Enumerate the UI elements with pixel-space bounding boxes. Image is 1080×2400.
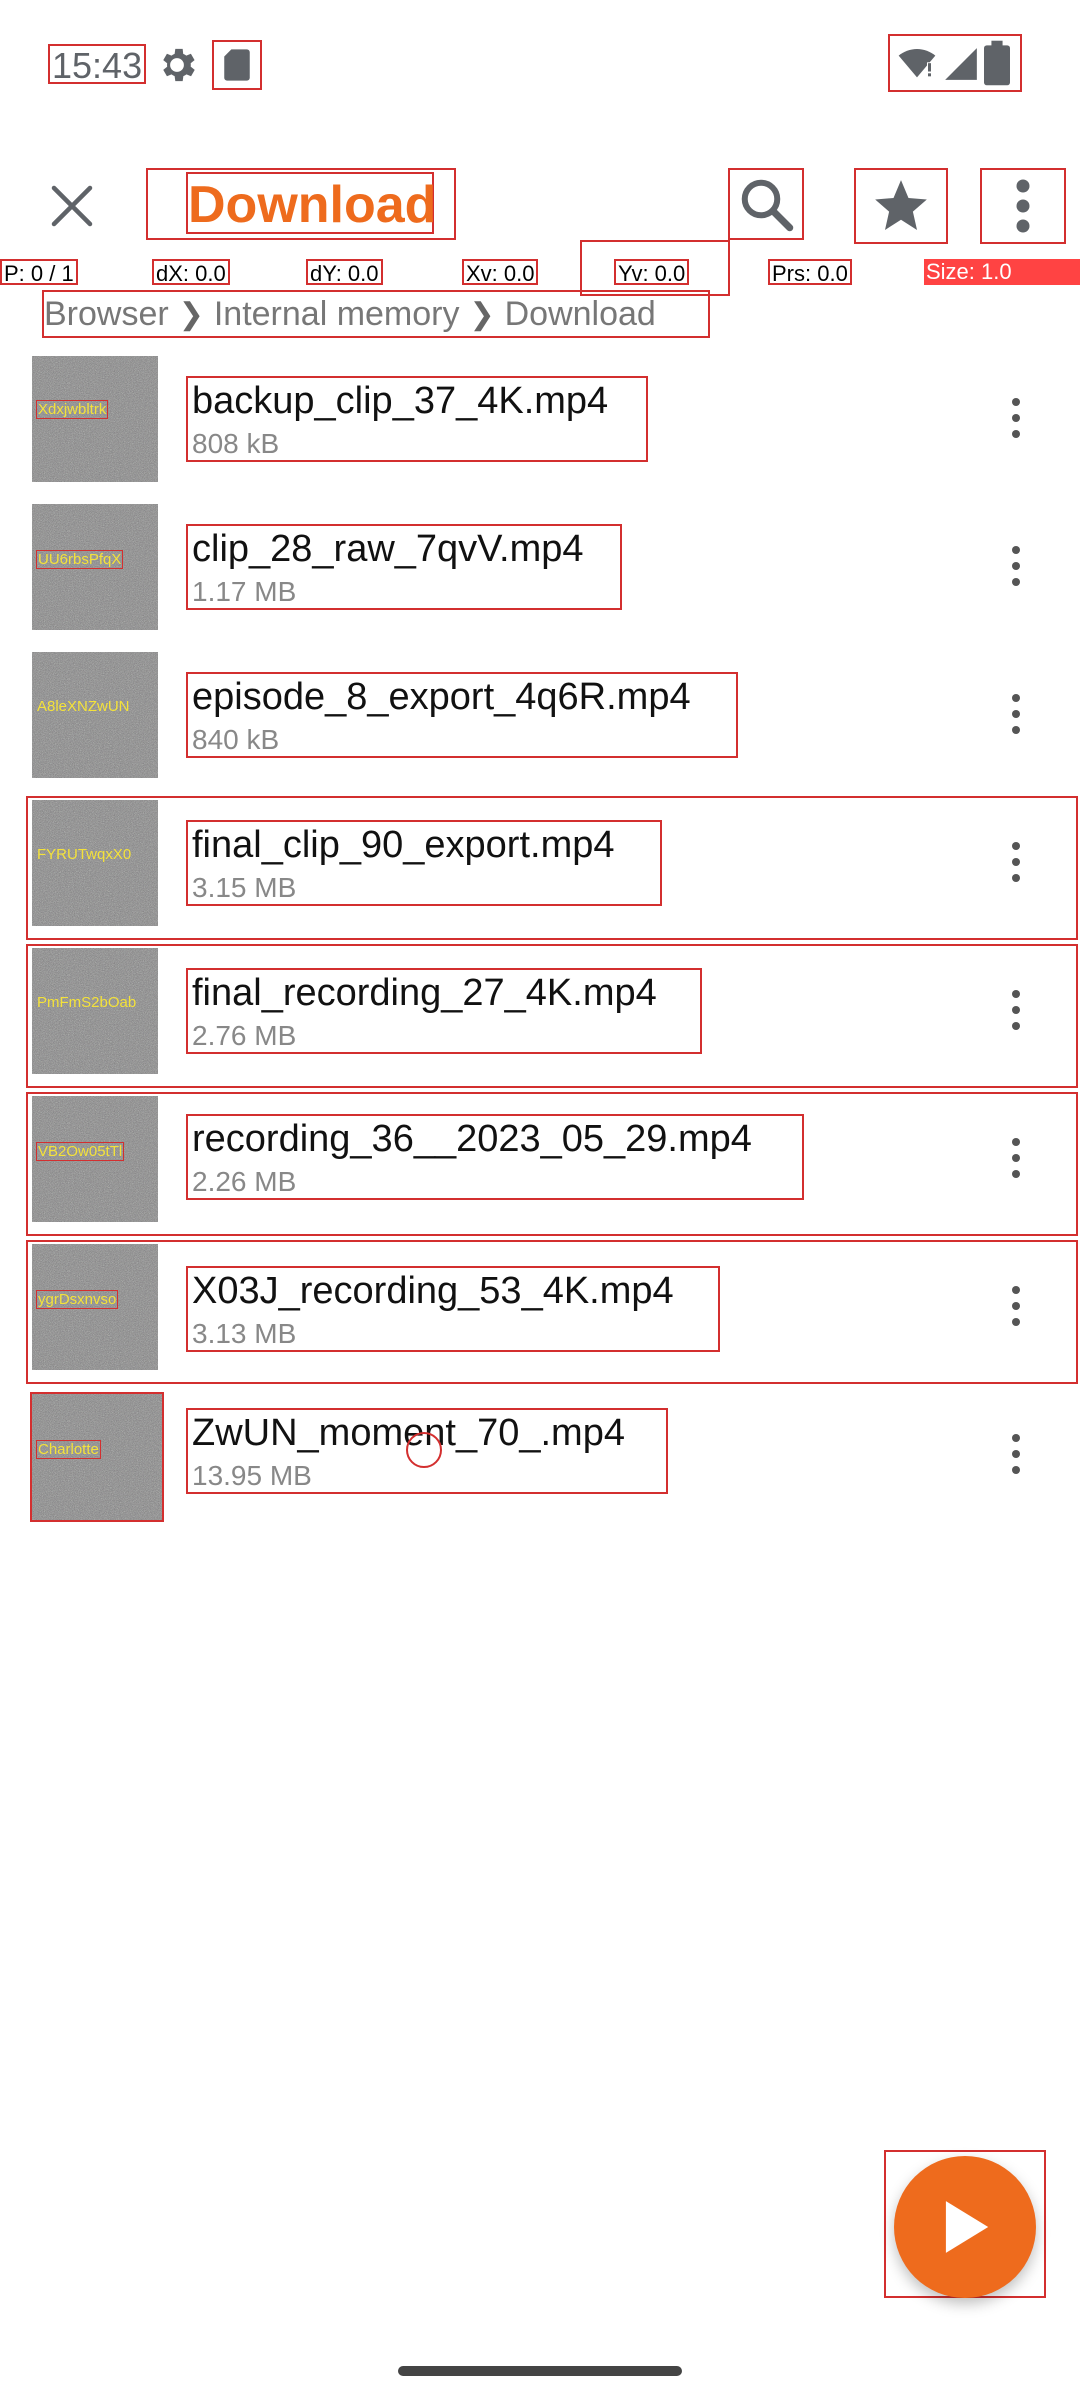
close-button[interactable]: [30, 164, 114, 248]
video-thumbnail: ygrDsxnvso: [32, 1244, 158, 1370]
video-thumbnail: PmFmS2bOab: [32, 948, 158, 1074]
wifi-alert-icon: [898, 49, 936, 78]
file-size: 1.17 MB: [192, 576, 297, 607]
thumbnail-text: Xdxjwbltrk: [36, 400, 109, 419]
system-icons: [888, 34, 1022, 92]
page-title: Download: [186, 172, 436, 234]
list-item[interactable]: UU6rbsPfqX clip_28_raw_7qvV.mp4 1.17 MB: [0, 500, 1080, 648]
thumbnail-text: UU6rbsPfqX: [36, 550, 124, 569]
file-info: final_recording_27_4K.mp4 2.76 MB: [186, 968, 702, 1054]
video-thumbnail: Charlotte: [30, 1392, 164, 1522]
sd-card-icon: [212, 40, 262, 90]
file-info: episode_8_export_4q6R.mp4 840 kB: [186, 672, 738, 758]
file-name: episode_8_export_4q6R.mp4: [192, 676, 691, 718]
more-vert-icon[interactable]: [992, 1414, 1040, 1494]
search-button[interactable]: [728, 168, 804, 240]
file-name: X03J_recording_53_4K.mp4: [192, 1270, 674, 1312]
play-icon: [945, 2201, 989, 2253]
search-icon: [741, 179, 794, 232]
close-icon: [51, 185, 93, 227]
breadcrumb-item-internal-memory[interactable]: Internal memory: [214, 295, 460, 334]
thumbnail-text: A8leXNZwUN: [37, 698, 130, 715]
file-size: 808 kB: [192, 428, 280, 459]
gesture-nav-handle[interactable]: [398, 2366, 682, 2376]
thumbnail-text: Charlotte: [36, 1440, 101, 1459]
file-name: final_clip_90_export.mp4: [192, 824, 615, 866]
chevron-right-icon: ❯: [469, 297, 495, 331]
more-vert-icon[interactable]: [992, 674, 1040, 754]
thumbnail-text: VB2Ow05tTl: [36, 1142, 125, 1161]
video-thumbnail: FYRUTwqxX0: [32, 800, 158, 926]
list-item[interactable]: Xdxjwbltrk backup_clip_37_4K.mp4 808 kB: [0, 352, 1080, 500]
list-item[interactable]: Charlotte ZwUN_moment_70_.mp4 13.95 MB: [0, 1388, 1080, 1536]
star-icon: [875, 180, 927, 231]
more-vert-icon[interactable]: [992, 1266, 1040, 1346]
file-size: 3.15 MB: [192, 872, 297, 903]
favorites-button[interactable]: [854, 168, 948, 244]
file-info: backup_clip_37_4K.mp4 808 kB: [186, 376, 648, 462]
video-thumbnail: Xdxjwbltrk: [32, 356, 158, 482]
touch-indicator: [406, 1432, 442, 1468]
breadcrumb-item-download[interactable]: Download: [505, 295, 656, 334]
battery-icon: [984, 40, 1010, 86]
file-size: 3.13 MB: [192, 1318, 297, 1349]
file-name: backup_clip_37_4K.mp4: [192, 380, 609, 422]
more-vert-icon[interactable]: [992, 970, 1040, 1050]
file-info: recording_36__2023_05_29.mp4 2.26 MB: [186, 1114, 804, 1200]
file-info: X03J_recording_53_4K.mp4 3.13 MB: [186, 1266, 720, 1352]
thumbnail-text: FYRUTwqxX0: [37, 846, 132, 863]
file-name: final_recording_27_4K.mp4: [192, 972, 657, 1014]
gear-icon: [154, 42, 200, 88]
file-size: 2.26 MB: [192, 1166, 297, 1197]
file-name: clip_28_raw_7qvV.mp4: [192, 528, 584, 570]
file-info: clip_28_raw_7qvV.mp4 1.17 MB: [186, 524, 622, 610]
video-thumbnail: VB2Ow05tTl: [32, 1096, 158, 1222]
play-button[interactable]: [894, 2156, 1036, 2298]
list-item[interactable]: FYRUTwqxX0 final_clip_90_export.mp4 3.15…: [0, 796, 1080, 944]
file-size: 13.95 MB: [192, 1460, 312, 1491]
list-item[interactable]: A8leXNZwUN episode_8_export_4q6R.mp4 840…: [0, 648, 1080, 796]
signal-icon: [945, 48, 977, 80]
thumbnail-text: PmFmS2bOab: [37, 994, 137, 1011]
more-vert-icon: [1016, 179, 1030, 233]
breadcrumb-item-browser[interactable]: Browser: [44, 295, 169, 334]
file-name: recording_36__2023_05_29.mp4: [192, 1118, 752, 1160]
more-vert-icon[interactable]: [992, 378, 1040, 458]
breadcrumb: Browser ❯ Internal memory ❯ Download: [42, 290, 710, 338]
video-thumbnail: A8leXNZwUN: [32, 652, 158, 778]
chevron-right-icon: ❯: [178, 297, 204, 331]
more-vert-icon[interactable]: [992, 822, 1040, 902]
pointer-location-bar: P: 0 / 1 dX: 0.0 dY: 0.0 Xv: 0.0 Yv: 0.0…: [0, 128, 1080, 296]
more-vert-icon[interactable]: [992, 526, 1040, 606]
status-time: 15:43: [48, 44, 147, 86]
status-bar: 15:43: [0, 0, 1080, 128]
more-vert-icon[interactable]: [992, 1118, 1040, 1198]
thumbnail-text: ygrDsxnvso: [36, 1290, 119, 1309]
more-options-button[interactable]: [980, 168, 1066, 244]
file-info: final_clip_90_export.mp4 3.15 MB: [186, 820, 662, 906]
list-item[interactable]: ygrDsxnvso X03J_recording_53_4K.mp4 3.13…: [0, 1240, 1080, 1388]
list-item[interactable]: PmFmS2bOab final_recording_27_4K.mp4 2.7…: [0, 944, 1080, 1092]
file-size: 2.76 MB: [192, 1020, 297, 1051]
list-item[interactable]: VB2Ow05tTl recording_36__2023_05_29.mp4 …: [0, 1092, 1080, 1240]
video-thumbnail: UU6rbsPfqX: [32, 504, 158, 630]
file-size: 840 kB: [192, 724, 280, 755]
